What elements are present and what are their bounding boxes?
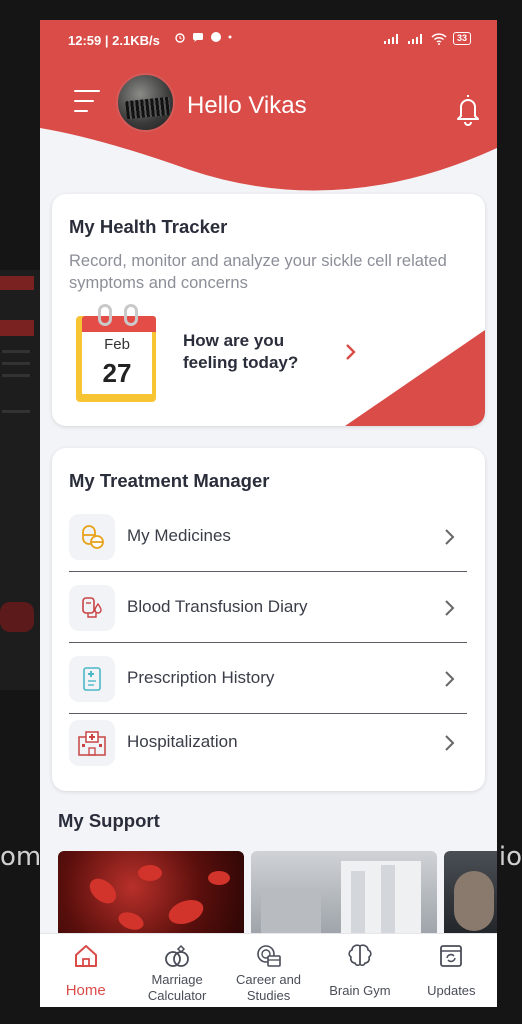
signal-icon [383, 33, 398, 44]
updates-icon [440, 945, 463, 967]
decorative-corner [345, 330, 485, 426]
list-item-label: Hospitalization [127, 732, 238, 751]
list-item-label: My Medicines [127, 526, 231, 545]
list-item-hospitalization[interactable]: Hospitalization [69, 714, 467, 776]
battery-icon: 33 [452, 32, 471, 45]
chevron-right-icon [445, 735, 455, 751]
list-item-label: Prescription History [127, 668, 275, 687]
header: 12:59 | 2.1KB/s 33 Hello Vikas [40, 20, 497, 205]
home-icon [74, 945, 97, 967]
nav-label: Career and Studies [235, 972, 302, 1003]
hospital-icon [69, 720, 115, 766]
chevron-right-icon [445, 671, 455, 687]
signal-icon [407, 33, 422, 44]
calendar-month: Feb [104, 336, 130, 353]
treatment-manager-title: My Treatment Manager [69, 470, 270, 491]
status-bar: 12:59 | 2.1KB/s 33 [40, 20, 497, 62]
rings-icon [165, 944, 190, 967]
treatment-manager-card: My Treatment Manager My Medicines Blood … [52, 448, 485, 791]
background-app-fragment [0, 270, 40, 690]
nav-label: Marriage Calculator [147, 972, 207, 1003]
support-card-hospital[interactable] [251, 851, 437, 941]
medicine-icon [69, 514, 115, 560]
career-icon [256, 945, 281, 967]
list-item-blood-transfusion-diary[interactable]: Blood Transfusion Diary [69, 572, 467, 643]
alarm-icon [175, 33, 185, 43]
status-time: 12:59 | 2.1KB/s [68, 33, 160, 48]
notification-icons [174, 31, 232, 43]
support-card-blood-cells[interactable] [58, 851, 244, 941]
nav-brain-gym[interactable]: Brain Gym [314, 934, 405, 1007]
background-text-fragment: om [0, 842, 42, 872]
nav-label: Home [65, 982, 106, 999]
health-tracker-description: Record, monitor and analyze your sickle … [69, 252, 447, 292]
app-screen: 12:59 | 2.1KB/s 33 Hello Vikas My Health… [40, 20, 497, 1007]
blood-bag-icon [69, 585, 115, 631]
health-tracker-title: My Health Tracker [69, 216, 228, 237]
brain-icon [348, 944, 372, 967]
chevron-right-icon [445, 600, 455, 616]
calendar-icon: Feb 27 [68, 302, 164, 408]
chevron-right-icon [445, 529, 455, 545]
list-item-label: Blood Transfusion Diary [127, 597, 308, 616]
nav-label: Updates [427, 983, 476, 998]
calendar-day: 27 [102, 358, 132, 388]
system-icons: 33 [383, 32, 471, 45]
feeling-prompt[interactable]: How are you feeling today? [183, 330, 333, 374]
support-title: My Support [58, 810, 160, 831]
menu-button[interactable] [74, 90, 100, 114]
more-dot-icon [228, 35, 232, 39]
chat-icon [193, 33, 203, 42]
support-card-person[interactable] [444, 851, 497, 941]
nav-label: Brain Gym [329, 983, 391, 998]
bottom-nav: Home Marriage Calculator Career and Stud… [40, 933, 497, 1007]
bell-icon[interactable] [453, 92, 483, 126]
greeting: Hello Vikas [187, 92, 307, 119]
nav-career-and-studies[interactable]: Career and Studies [223, 934, 314, 1007]
nav-marriage-calculator[interactable]: Marriage Calculator [131, 934, 222, 1007]
nav-home[interactable]: Home [40, 934, 131, 1007]
background-text-fragment: io [498, 842, 522, 872]
list-item-my-medicines[interactable]: My Medicines [69, 501, 467, 572]
avatar[interactable] [116, 73, 175, 132]
nav-updates[interactable]: Updates [406, 934, 497, 1007]
prescription-icon [69, 656, 115, 702]
list-item-prescription-history[interactable]: Prescription History [69, 643, 467, 714]
wifi-icon [431, 32, 447, 45]
health-tracker-card[interactable]: My Health Tracker Record, monitor and an… [52, 194, 485, 426]
app-notification-icon [211, 32, 221, 42]
